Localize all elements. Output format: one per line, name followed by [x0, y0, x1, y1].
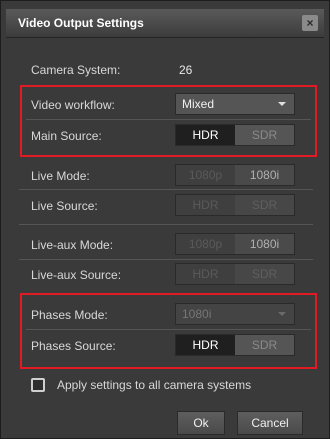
main-source-hdr-option[interactable]: HDR [176, 125, 235, 145]
main-source-label: Main Source: [31, 129, 102, 143]
live-mode-label: Live Mode: [31, 169, 90, 183]
video-workflow-label: Video workflow: [31, 98, 115, 112]
live-mode-1080p-option: 1080p [176, 165, 235, 185]
live-aux-mode-1080p-option: 1080p [176, 234, 235, 254]
live-aux-mode-toggle: 1080p 1080i [175, 233, 295, 255]
video-output-settings-dialog: Video Output Settings × Camera System: 2… [0, 0, 330, 439]
phases-source-hdr-option[interactable]: HDR [176, 335, 235, 355]
phases-source-toggle[interactable]: HDR SDR [175, 334, 295, 356]
chevron-down-icon [278, 102, 286, 106]
live-aux-source-label: Live-aux Source: [31, 268, 122, 282]
divider [19, 259, 313, 260]
main-source-sdr-option[interactable]: SDR [235, 125, 294, 145]
apply-all-label[interactable]: Apply settings to all camera systems [57, 378, 251, 392]
live-source-label: Live Source: [31, 199, 98, 213]
live-source-toggle: HDR SDR [175, 194, 295, 216]
live-aux-source-toggle: HDR SDR [175, 263, 295, 285]
divider [19, 189, 313, 190]
live-source-hdr-option: HDR [176, 195, 235, 215]
live-source-sdr-option: SDR [235, 195, 294, 215]
divider [26, 329, 311, 330]
main-source-toggle[interactable]: HDR SDR [175, 124, 295, 146]
live-mode-1080i-option: 1080i [235, 165, 294, 185]
camera-system-value: 26 [179, 63, 193, 77]
chevron-down-icon [278, 312, 286, 316]
live-aux-source-sdr-option: SDR [235, 264, 294, 284]
dialog-title: Video Output Settings [18, 16, 144, 30]
live-aux-source-hdr-option: HDR [176, 264, 235, 284]
divider [26, 119, 311, 120]
divider [19, 224, 313, 225]
cancel-button[interactable]: Cancel [237, 411, 303, 435]
title-bar[interactable]: Video Output Settings × [6, 9, 324, 38]
phases-mode-label: Phases Mode: [31, 308, 108, 322]
live-aux-mode-1080i-option: 1080i [235, 234, 294, 254]
live-aux-mode-label: Live-aux Mode: [31, 238, 114, 252]
video-workflow-dropdown[interactable]: Mixed [175, 93, 295, 115]
phases-source-sdr-option[interactable]: SDR [235, 335, 294, 355]
close-icon[interactable]: × [302, 15, 318, 31]
video-workflow-value: Mixed [182, 97, 215, 111]
phases-mode-dropdown: 1080i [175, 303, 295, 325]
live-mode-toggle: 1080p 1080i [175, 164, 295, 186]
camera-system-label: Camera System: [31, 63, 121, 77]
apply-all-checkbox[interactable] [31, 378, 45, 392]
ok-button[interactable]: Ok [177, 411, 225, 435]
phases-source-label: Phases Source: [31, 339, 116, 353]
phases-mode-value: 1080i [182, 307, 212, 321]
